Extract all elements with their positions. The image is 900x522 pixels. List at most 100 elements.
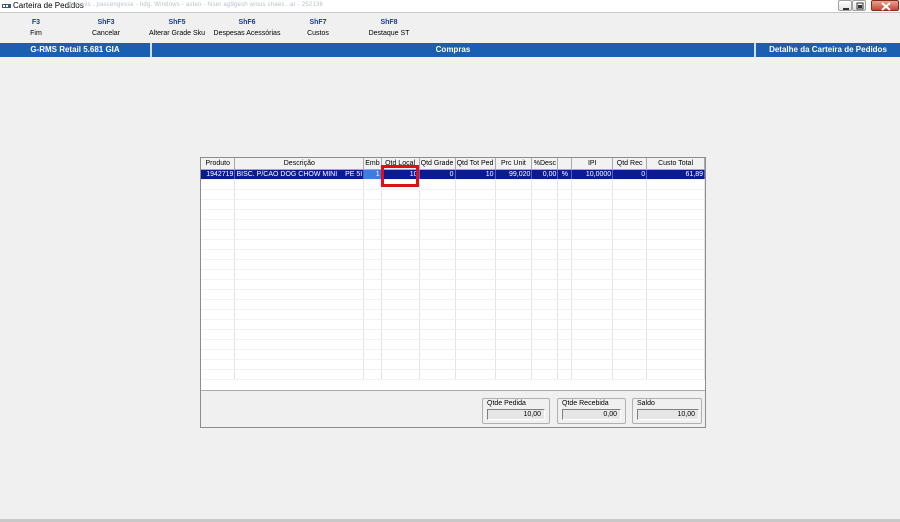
empty-row[interactable]: [201, 329, 705, 340]
empty-cell[interactable]: [531, 219, 559, 230]
empty-cell[interactable]: [363, 299, 382, 310]
empty-cell[interactable]: [201, 299, 236, 310]
empty-cell[interactable]: [557, 289, 573, 300]
empty-row[interactable]: [201, 339, 705, 350]
empty-row[interactable]: [201, 259, 705, 270]
empty-cell[interactable]: [381, 269, 420, 280]
empty-cell[interactable]: [646, 189, 705, 200]
empty-cell[interactable]: [381, 329, 420, 340]
empty-cell[interactable]: [363, 369, 382, 380]
empty-cell[interactable]: [495, 219, 533, 230]
empty-cell[interactable]: [495, 249, 533, 260]
empty-cell[interactable]: [419, 269, 456, 280]
empty-cell[interactable]: [557, 249, 573, 260]
empty-cell[interactable]: [201, 329, 236, 340]
empty-cell[interactable]: [612, 309, 648, 320]
empty-cell[interactable]: [381, 179, 420, 190]
empty-cell[interactable]: [531, 289, 559, 300]
empty-cell[interactable]: [419, 199, 456, 210]
empty-cell[interactable]: [612, 179, 648, 190]
empty-cell[interactable]: [455, 239, 496, 250]
empty-cell[interactable]: [381, 359, 420, 370]
empty-cell[interactable]: [612, 249, 648, 260]
empty-cell[interactable]: [419, 179, 456, 190]
empty-cell[interactable]: [381, 249, 420, 260]
empty-cell[interactable]: [612, 229, 648, 240]
empty-cell[interactable]: [495, 309, 533, 320]
empty-cell[interactable]: [612, 349, 648, 360]
empty-cell[interactable]: [363, 189, 382, 200]
empty-cell[interactable]: [455, 189, 496, 200]
empty-cell[interactable]: [455, 199, 496, 210]
empty-cell[interactable]: [381, 299, 420, 310]
empty-cell[interactable]: [419, 279, 456, 290]
empty-cell[interactable]: [363, 289, 382, 300]
empty-cell[interactable]: [363, 219, 382, 230]
empty-cell[interactable]: [557, 269, 573, 280]
empty-cell[interactable]: [381, 289, 420, 300]
empty-cell[interactable]: [495, 239, 533, 250]
empty-cell[interactable]: [419, 259, 456, 270]
cell-qtd-rec[interactable]: 0: [612, 169, 648, 180]
empty-cell[interactable]: [646, 309, 705, 320]
col-prc-unit[interactable]: Prc Unit: [495, 158, 533, 170]
empty-cell[interactable]: [419, 209, 456, 220]
empty-cell[interactable]: [234, 269, 365, 280]
close-button[interactable]: [871, 0, 899, 11]
empty-cell[interactable]: [234, 339, 365, 350]
empty-cell[interactable]: [495, 359, 533, 370]
empty-cell[interactable]: [531, 279, 559, 290]
empty-cell[interactable]: [495, 189, 533, 200]
empty-cell[interactable]: [201, 319, 236, 330]
empty-cell[interactable]: [201, 349, 236, 360]
empty-cell[interactable]: [495, 319, 533, 330]
empty-cell[interactable]: [495, 299, 533, 310]
col-qtd-rec[interactable]: Qtd Rec: [612, 158, 648, 170]
cell-qtd-grade[interactable]: 0: [419, 169, 456, 180]
empty-cell[interactable]: [531, 369, 559, 380]
empty-row[interactable]: [201, 219, 705, 230]
empty-cell[interactable]: [234, 239, 365, 250]
order-items-grid[interactable]: Produto Descrição Emb Qtd Local Qtd Grad…: [200, 157, 706, 428]
empty-cell[interactable]: [201, 219, 236, 230]
empty-cell[interactable]: [531, 229, 559, 240]
empty-cell[interactable]: [531, 359, 559, 370]
empty-cell[interactable]: [571, 199, 614, 210]
empty-cell[interactable]: [381, 229, 420, 240]
cell-descricao[interactable]: BISC. P/CAO DOG CHOW MINI PE 5I: [234, 169, 365, 180]
col-unit[interactable]: [557, 158, 573, 170]
empty-cell[interactable]: [531, 239, 559, 250]
empty-cell[interactable]: [419, 359, 456, 370]
empty-cell[interactable]: [531, 349, 559, 360]
empty-cell[interactable]: [363, 239, 382, 250]
empty-cell[interactable]: [201, 179, 236, 190]
empty-cell[interactable]: [646, 319, 705, 330]
empty-cell[interactable]: [234, 349, 365, 360]
empty-row[interactable]: [201, 239, 705, 250]
empty-cell[interactable]: [419, 239, 456, 250]
cell-produto[interactable]: 1942719: [201, 169, 236, 180]
empty-cell[interactable]: [557, 299, 573, 310]
col-custo-total[interactable]: Custo Total: [646, 158, 705, 170]
empty-cell[interactable]: [557, 339, 573, 350]
empty-cell[interactable]: [201, 289, 236, 300]
empty-cell[interactable]: [571, 349, 614, 360]
empty-row[interactable]: [201, 199, 705, 210]
despesas-acessorias-button[interactable]: ShF6 Despesas Acessórias: [207, 17, 287, 39]
empty-cell[interactable]: [363, 329, 382, 340]
empty-cell[interactable]: [234, 309, 365, 320]
empty-cell[interactable]: [495, 229, 533, 240]
col-qtd-grade[interactable]: Qtd Grade: [419, 158, 456, 170]
cell-custo-total[interactable]: 61,89: [646, 169, 705, 180]
empty-cell[interactable]: [419, 299, 456, 310]
empty-cell[interactable]: [419, 369, 456, 380]
empty-cell[interactable]: [557, 359, 573, 370]
empty-cell[interactable]: [234, 209, 365, 220]
empty-cell[interactable]: [381, 239, 420, 250]
empty-cell[interactable]: [531, 189, 559, 200]
col-desc[interactable]: %Desc: [531, 158, 559, 170]
empty-cell[interactable]: [531, 269, 559, 280]
empty-cell[interactable]: [646, 179, 705, 190]
empty-cell[interactable]: [455, 259, 496, 270]
empty-cell[interactable]: [646, 269, 705, 280]
